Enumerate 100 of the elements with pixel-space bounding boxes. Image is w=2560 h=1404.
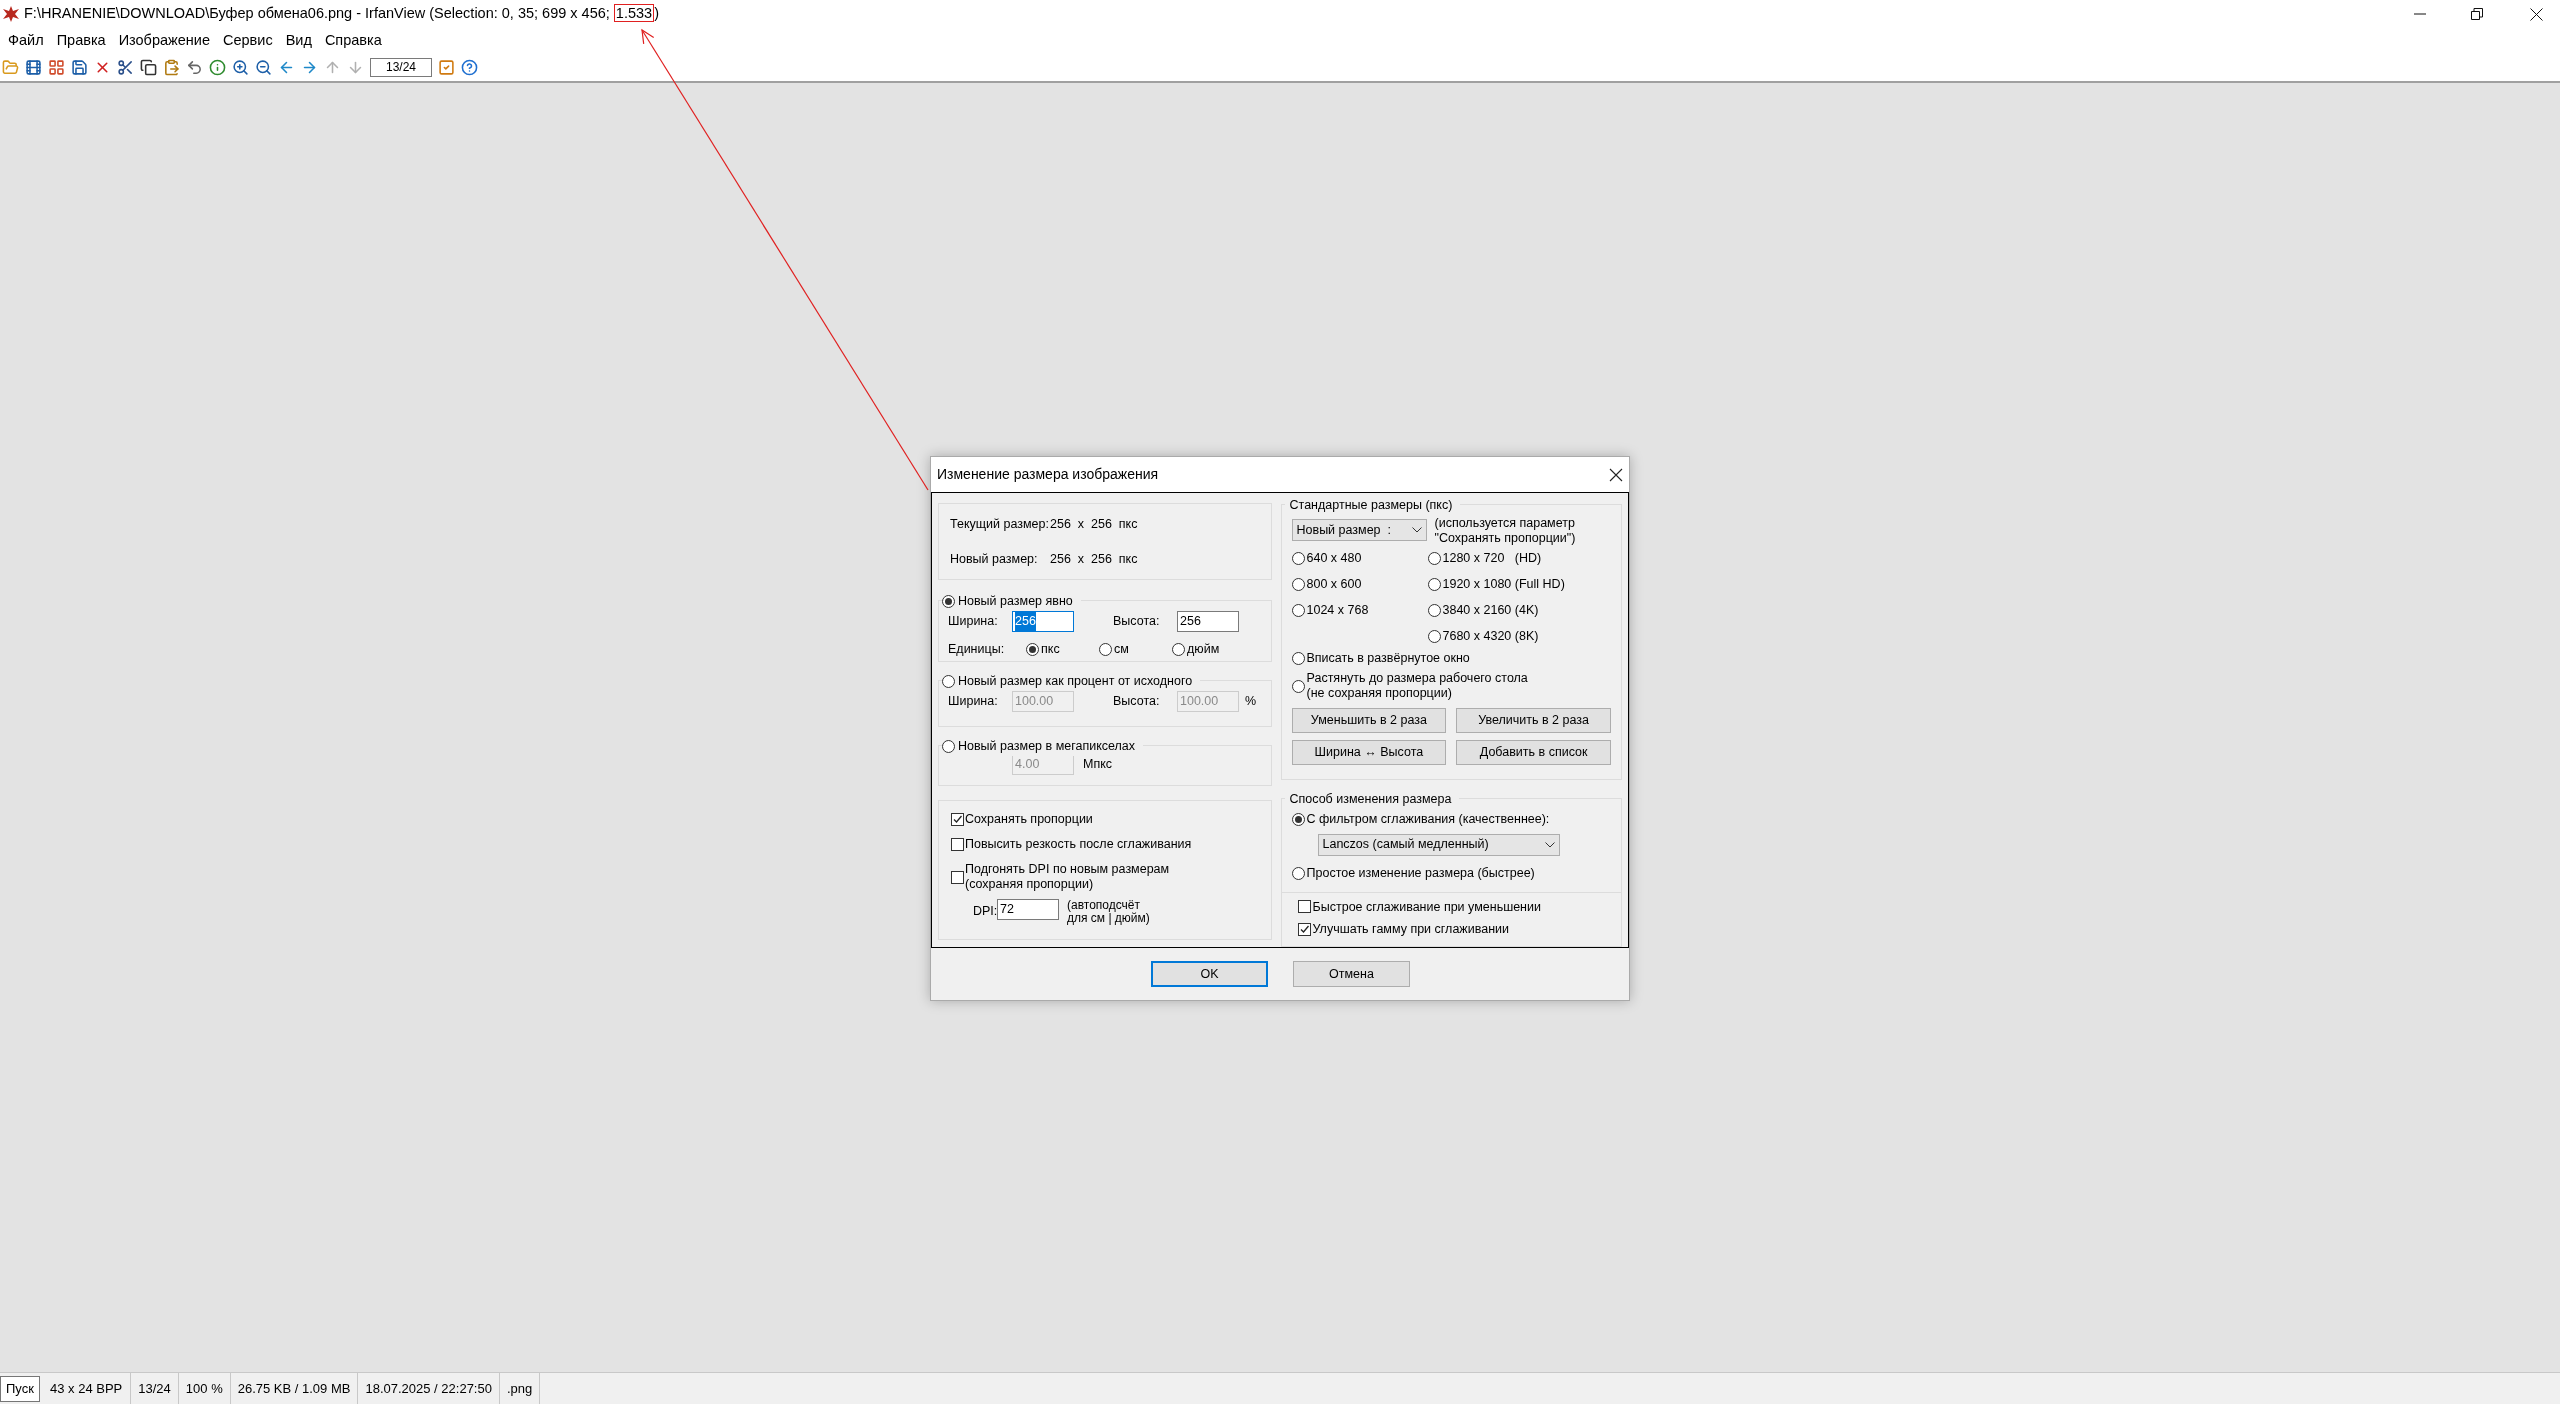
height-field[interactable]: 256	[1177, 611, 1239, 632]
info-icon[interactable]	[209, 58, 226, 76]
radio-label[interactable]: 7680 x 4320 (8K)	[1442, 627, 1539, 646]
radio-label[interactable]: 1024 x 768	[1306, 601, 1369, 620]
checkbox[interactable]	[1297, 900, 1311, 914]
radio-button[interactable]	[1291, 652, 1305, 665]
menu-item[interactable]: Изображение	[112, 29, 216, 52]
radio-label[interactable]: Растянуть до размера рабочего стола (не сохраняя пропорции)	[1306, 671, 1528, 701]
menu-item[interactable]: Справка	[318, 29, 388, 52]
radio-button[interactable]	[1427, 630, 1441, 643]
close-icon[interactable]	[1609, 467, 1623, 482]
height-label: Высота:	[1113, 693, 1161, 711]
zoom-out-icon[interactable]	[255, 58, 272, 76]
group-title: Способ изменения размера	[1288, 791, 1452, 808]
action-button[interactable]: Увеличить в 2 раза	[1456, 708, 1611, 733]
radio-button[interactable]	[1026, 642, 1039, 656]
restore-icon[interactable]	[2471, 8, 2483, 20]
radio-label[interactable]: пкс	[1041, 640, 1060, 659]
radio-button[interactable]	[1291, 604, 1305, 617]
radio-button[interactable]	[1172, 642, 1185, 656]
action-button[interactable]: Добавить в список	[1456, 740, 1611, 765]
unit-label: Мпкс	[1083, 756, 1113, 774]
checkbox-label[interactable]: Быстрое сглаживание при уменьшении	[1312, 897, 1541, 917]
radio-button[interactable]	[1427, 578, 1441, 591]
filter-dropdown[interactable]: Lanczos (самый медленный)	[1317, 833, 1560, 856]
radio-label[interactable]: дюйм	[1187, 640, 1220, 659]
radio-button[interactable]	[942, 594, 955, 608]
paste-icon[interactable]	[163, 58, 180, 76]
group-title: Стандартные размеры (пкс)	[1288, 497, 1453, 514]
dpi-field[interactable]: 72	[997, 899, 1059, 920]
width-label: Ширина:	[948, 693, 999, 711]
preset-note: (используется параметр "Сохранять пропорции")	[1434, 516, 1576, 546]
menu-item[interactable]: Сервис	[217, 29, 279, 52]
info-label: Текущий размер:	[950, 515, 1050, 533]
radio-label[interactable]: Простое изменение размера (быстрее)	[1306, 863, 1535, 883]
scissors-icon[interactable]	[117, 58, 134, 76]
checkbox[interactable]	[1297, 923, 1311, 937]
width-label: Ширина:	[948, 613, 999, 631]
checkbox[interactable]	[951, 813, 964, 826]
preset-dropdown[interactable]: Новый размер :	[1291, 519, 1427, 541]
save-icon[interactable]	[71, 58, 88, 76]
film-icon[interactable]	[25, 58, 42, 76]
status-field: .png	[499, 1373, 541, 1404]
dpi-note: (автоподсчёт для см | дюйм)	[1067, 899, 1150, 925]
menu-item[interactable]: Правка	[50, 29, 112, 52]
radio-button[interactable]	[1099, 642, 1112, 656]
close-icon[interactable]	[2530, 7, 2543, 21]
radio-button[interactable]	[1427, 552, 1441, 565]
menu-item[interactable]: Вид	[279, 29, 318, 52]
checkbox-label[interactable]: Улучшать гамму при сглаживании	[1312, 920, 1509, 939]
radio-button[interactable]	[1291, 578, 1305, 591]
window-title: F:\HRANENIE\DOWNLOAD\Буфер обмена06.png - IrfanView (Selection: 0, 35; 699 x 456; 1.533)	[24, 3, 659, 25]
status-field: 26.75 KB / 1.09 MB	[230, 1373, 359, 1404]
checkbox-label[interactable]: Подгонять DPI по новым размерам (сохраняя пропорции)	[965, 862, 1170, 892]
copy-icon[interactable]	[140, 58, 157, 76]
app-logo-icon	[2, 5, 20, 23]
chevron-down-icon	[1411, 527, 1422, 533]
radio-button[interactable]	[1291, 866, 1305, 880]
ok-button[interactable]: OK	[1151, 961, 1268, 987]
radio-label[interactable]: С фильтром сглаживания (качественнее):	[1306, 810, 1550, 829]
checkbox-label[interactable]: Повысить резкость после сглаживания	[965, 837, 1192, 852]
zoom-in-icon[interactable]	[232, 58, 249, 76]
height-label: Высота:	[1113, 613, 1161, 631]
radio-label[interactable]: 800 x 600	[1306, 575, 1362, 594]
page-field[interactable]: 13/24	[370, 57, 432, 77]
radio-button[interactable]	[1427, 604, 1441, 617]
radio-label[interactable]: 3840 x 2160 (4K)	[1442, 601, 1539, 620]
radio-label[interactable]: см	[1114, 640, 1129, 659]
undo-icon[interactable]	[186, 58, 203, 76]
grid-icon[interactable]	[48, 58, 65, 76]
tooltip: Пуск	[0, 1376, 40, 1402]
radio-button[interactable]	[1291, 679, 1305, 693]
chevron-down-icon	[1544, 841, 1555, 848]
status-field: 18.07.2025 / 22:27:50	[358, 1373, 500, 1404]
help-icon[interactable]	[461, 58, 478, 76]
info-label: Новый размер:	[950, 550, 1039, 568]
radio-label[interactable]: Вписать в развёрнутое окно	[1306, 651, 1470, 666]
radio-label[interactable]: 1280 x 720 (HD)	[1442, 549, 1542, 568]
radio-button[interactable]	[1291, 812, 1305, 826]
info-value: 256 x 256 пкс	[1050, 550, 1138, 568]
status-field: 13/24	[131, 1373, 179, 1404]
checklist-icon[interactable]	[438, 58, 455, 76]
radio-button[interactable]	[1291, 552, 1305, 565]
radio-label[interactable]: 640 x 480	[1306, 549, 1362, 568]
checkbox[interactable]	[951, 838, 964, 851]
action-button[interactable]: Ширина ↔ Высота	[1291, 740, 1447, 765]
action-button[interactable]: Уменьшить в 2 раза	[1291, 708, 1447, 733]
checkbox[interactable]	[951, 870, 964, 884]
dpi-label: DPI:	[973, 903, 997, 920]
info-value: 256 x 256 пкс	[1050, 515, 1138, 533]
units-label: Единицы:	[948, 641, 1006, 658]
radio-label[interactable]: Новый размер явно	[958, 592, 1073, 611]
radio-label[interactable]: 1920 x 1080 (Full HD)	[1442, 575, 1565, 594]
status-field: 100 %	[178, 1373, 231, 1404]
dialog-title: Изменение размера изображения	[937, 465, 1159, 484]
cancel-button[interactable]: Отмена	[1293, 961, 1410, 987]
unit-label: %	[1245, 693, 1257, 711]
menu-item[interactable]: Файл	[2, 29, 50, 52]
checkbox-label[interactable]: Сохранять пропорции	[965, 812, 1093, 827]
width-field[interactable]: 256	[1012, 611, 1074, 632]
